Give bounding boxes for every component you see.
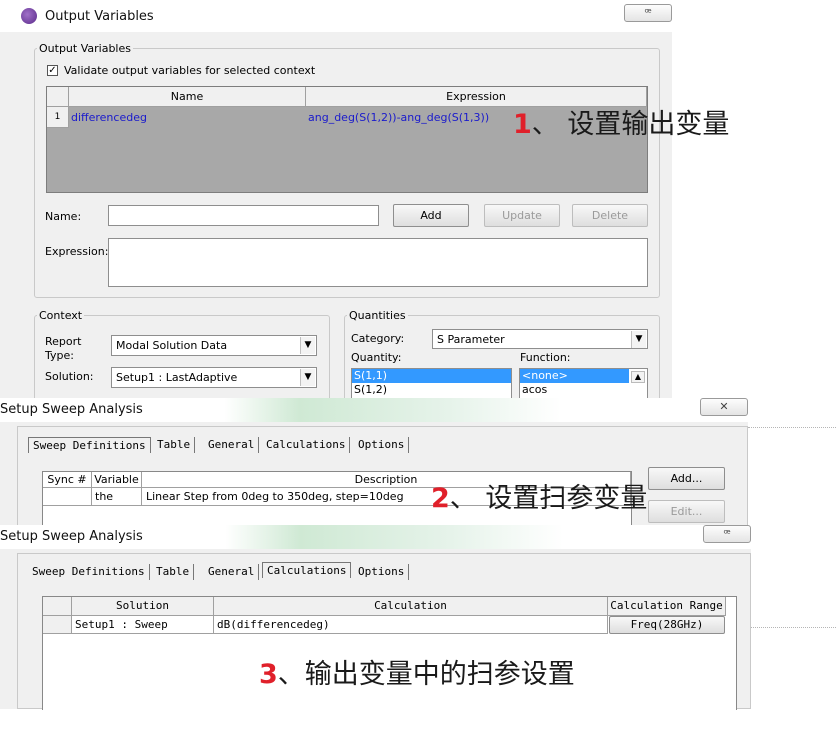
expression-input[interactable] [108,238,648,287]
edit-sweep-button[interactable]: Edit... [648,500,725,523]
function-list[interactable]: <none> acos ▲ [519,368,648,400]
tab-table[interactable]: Table [153,437,196,453]
report-type-select[interactable]: Modal Solution Data ▼ [111,335,317,356]
chevron-down-icon: ▼ [300,337,315,354]
list-item[interactable]: S(1,2) [352,383,511,397]
category-value: S Parameter [437,333,505,346]
close-button[interactable]: ꟹ [624,4,672,22]
name-label: Name: [45,210,82,223]
add-button[interactable]: Add [393,204,469,227]
category-label: Category: [351,332,405,345]
divider-line [748,427,836,428]
list-item[interactable]: <none> [520,369,629,383]
variable-cell: the [92,488,142,506]
solution-label: Solution: [45,370,94,383]
annotation-text: 、输出变量中的扫参设置 [277,659,575,690]
delete-button[interactable]: Delete [572,204,648,227]
annotation-number: 1 [513,109,532,140]
column-header-calculation-range[interactable]: Calculation Range [608,597,726,616]
output-variables-dialog: Output Variables ꟹ Output Variables ✓ Va… [0,0,672,404]
context-legend: Context [39,309,83,322]
calculation-cell: dB(differencedeg) [214,616,608,634]
column-header-variable[interactable]: Variable [92,472,142,488]
app-logo-icon [21,8,37,24]
annotation-text: 、 设置输出变量 [531,109,730,140]
variable-name-cell: differencedeg [71,111,147,124]
report-type-label: Report Type: [45,335,82,362]
column-header-calculation[interactable]: Calculation [214,597,608,616]
category-select[interactable]: S Parameter ▼ [432,329,648,349]
solution-cell: Setup1 : Sweep [72,616,214,634]
solution-value: Setup1 : LastAdaptive [116,371,238,384]
annotation-step-2: 2、 设置扫参变量 [431,476,647,515]
close-icon: ✕ [719,400,729,413]
close-button[interactable]: ꟹ [703,525,751,543]
row-number: 1 [47,107,69,128]
function-label: Function: [520,351,571,364]
tab-general[interactable]: General [204,437,260,453]
scroll-up-icon[interactable]: ▲ [631,371,645,383]
tab-sweep-definitions[interactable]: Sweep Definitions [28,564,150,580]
window-title: Output Variables [45,9,154,24]
table-corner [43,597,72,616]
update-button[interactable]: Update [484,204,560,227]
solution-select[interactable]: Setup1 : LastAdaptive ▼ [111,367,317,388]
output-variables-legend: Output Variables [39,42,131,55]
sweep-titlebar: Setup Sweep Analysis ꟹ [0,525,751,549]
annotation-step-3: 3、输出变量中的扫参设置 [259,652,575,691]
window-title: Setup Sweep Analysis [0,529,143,544]
window-title: Setup Sweep Analysis [0,402,143,417]
annotation-number: 2 [431,483,450,514]
tab-calculations[interactable]: Calculations [262,562,352,578]
sweep-titlebar: Setup Sweep Analysis ✕ [0,398,748,422]
name-input[interactable] [108,205,379,226]
quantities-legend: Quantities [349,309,406,322]
expression-label: Expression: [45,245,109,258]
close-icon: ꟹ [723,527,731,540]
sync-cell [43,488,92,506]
tab-options[interactable]: Options [354,437,410,453]
table-corner [47,87,69,107]
table-row[interactable]: Setup1 : Sweep dB(differencedeg) Freq(28… [43,616,726,634]
annotation-step-1: 1、 设置输出变量 [513,102,729,141]
report-type-value: Modal Solution Data [116,339,228,352]
close-button[interactable]: ✕ [700,398,748,416]
variable-expression-cell: ang_deg(S(1,2))-ang_deg(S(1,3)) [308,111,490,124]
tab-options[interactable]: Options [354,564,410,580]
validate-checkbox[interactable]: ✓ [47,65,58,76]
tab-general[interactable]: General [204,564,260,580]
row-header [43,616,72,634]
list-item[interactable]: S(1,1) [352,369,511,383]
validate-label: Validate output variables for selected c… [64,64,316,77]
quantity-list[interactable]: S(1,1) S(1,2) [351,368,512,400]
column-header-name[interactable]: Name [69,87,306,107]
annotation-text: 、 设置扫参变量 [449,483,648,514]
list-item[interactable]: acos [520,383,647,397]
tab-table[interactable]: Table [152,564,195,580]
add-sweep-button[interactable]: Add... [648,467,725,490]
annotation-number: 3 [259,659,278,690]
output-variables-titlebar: Output Variables ꟹ [0,0,672,32]
close-icon: ꟹ [644,6,652,19]
chevron-down-icon: ▼ [300,369,315,386]
tab-sweep-definitions[interactable]: Sweep Definitions [28,437,151,453]
calculation-range-button[interactable]: Freq(28GHz) [609,616,725,634]
divider-line [751,627,836,628]
quantity-label: Quantity: [351,351,402,364]
tab-calculations[interactable]: Calculations [262,437,351,453]
column-header-solution[interactable]: Solution [72,597,214,616]
column-header-sync[interactable]: Sync # [43,472,92,488]
chevron-down-icon: ▼ [631,331,646,348]
